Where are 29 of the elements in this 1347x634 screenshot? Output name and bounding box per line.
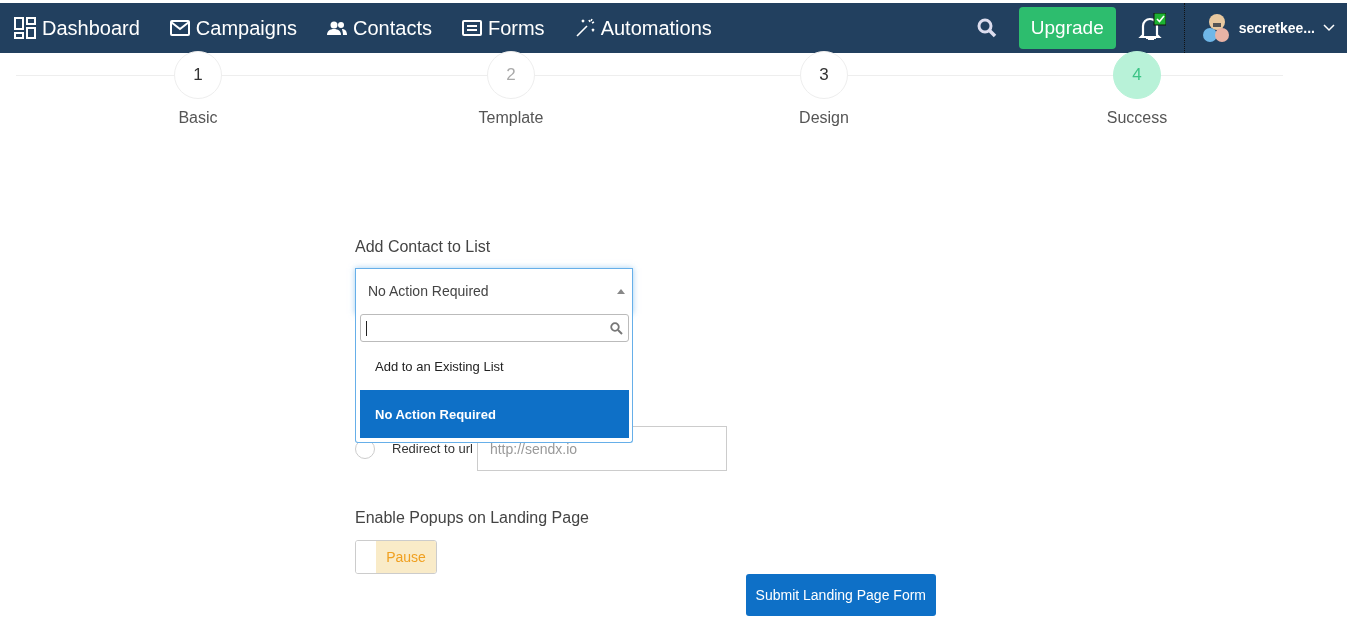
submit-button[interactable]: Submit Landing Page Form <box>745 574 936 616</box>
search-icon <box>610 321 623 335</box>
nav-link[interactable]: Automations <box>574 16 712 40</box>
search-icon[interactable] <box>976 18 997 38</box>
step-label: Template <box>478 109 544 127</box>
step-label: Design <box>799 109 849 127</box>
dashboard-icon <box>14 17 36 39</box>
envelope-icon <box>169 20 190 36</box>
nav-link[interactable]: Forms <box>461 16 545 40</box>
dropdown-option[interactable]: No Action Required <box>360 390 629 438</box>
form-icon <box>461 20 482 36</box>
step-label: Basic <box>178 109 218 127</box>
field-label: Enable Popups on Landing Page <box>355 509 589 527</box>
magic-wand-icon <box>574 18 595 38</box>
dropdown-option[interactable]: Add to an Existing List <box>360 342 629 390</box>
user-menu[interactable]: secretkee... <box>1184 13 1347 43</box>
nav-link[interactable]: Contacts <box>327 16 432 40</box>
radio-label: Redirect to url <box>392 441 473 456</box>
chevron-down-icon <box>1323 24 1335 32</box>
step-number[interactable]: 3 <box>800 51 848 99</box>
people-icon <box>327 21 347 35</box>
step-label: Success <box>1106 109 1168 127</box>
nav-link[interactable]: Dashboard <box>14 16 140 40</box>
avatar-group-icon <box>1200 13 1231 43</box>
search-field[interactable] <box>360 314 629 342</box>
step-number[interactable]: 1 <box>174 51 222 99</box>
nav-link[interactable]: Campaigns <box>169 16 297 40</box>
caret-up-icon <box>617 288 625 294</box>
field-label: Add Contact to List <box>355 238 491 256</box>
